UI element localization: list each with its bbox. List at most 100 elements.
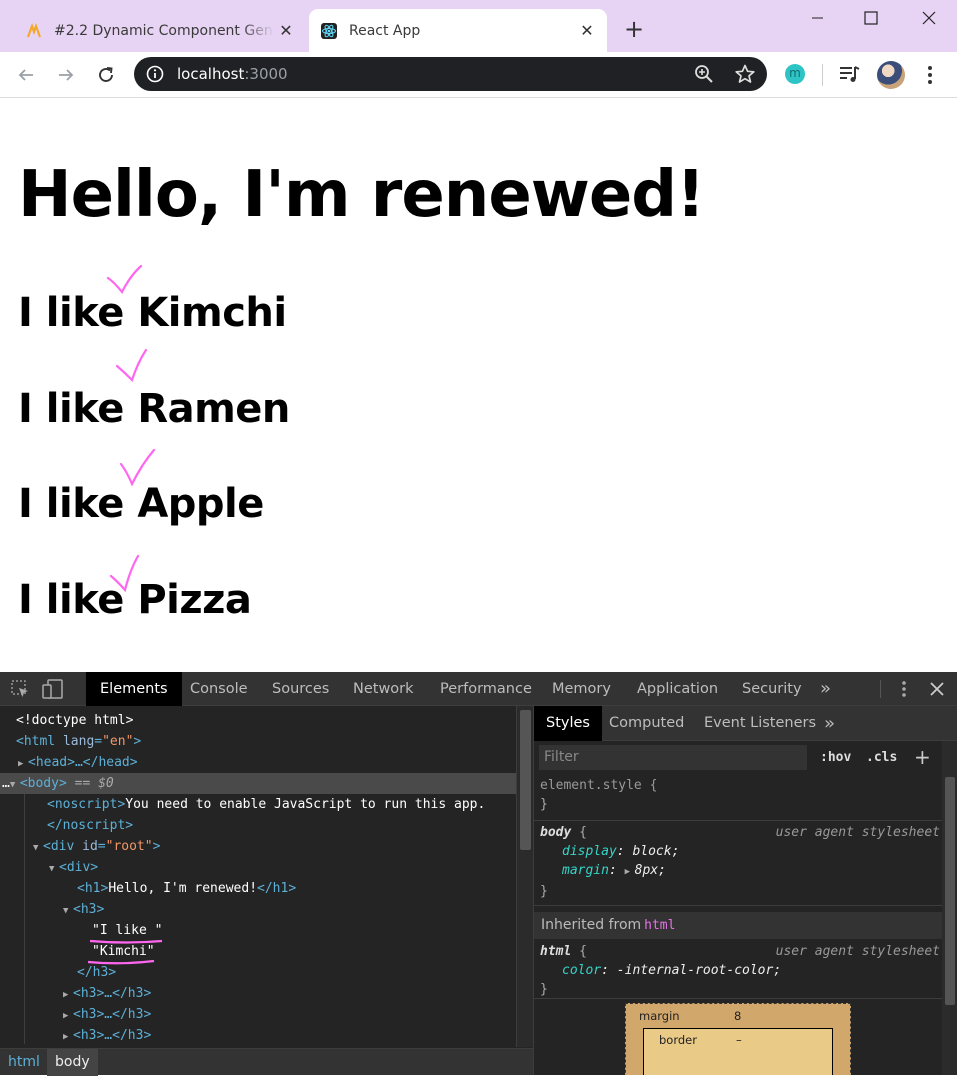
rule-source-link[interactable]: user agent stylesheet xyxy=(776,823,940,842)
body-style-rule[interactable]: body {user agent stylesheet display: blo… xyxy=(540,823,940,901)
scrollbar-thumb[interactable] xyxy=(520,710,531,850)
devtools-tab-memory[interactable]: Memory xyxy=(552,672,611,706)
css-value[interactable]: -internal-root-color; xyxy=(617,963,781,978)
devtools-tab-sources[interactable]: Sources xyxy=(272,672,329,706)
breadcrumb-html[interactable]: html xyxy=(0,1049,48,1076)
devtools-panel: Elements Console Sources Network Perform… xyxy=(0,672,957,1076)
expand-arrow-icon[interactable]: ▶ xyxy=(625,863,635,882)
close-tab-icon[interactable]: ✕ xyxy=(575,21,599,40)
dom-node-h3-collapsed[interactable]: ▶ <h3>…</h3> xyxy=(63,1025,151,1046)
more-vert-icon[interactable] xyxy=(920,64,940,86)
bookmark-star-icon[interactable] xyxy=(734,63,756,85)
dom-node-h1[interactable]: <h1>Hello, I'm renewed!</h1> xyxy=(77,878,296,899)
devtools-tab-application[interactable]: Application xyxy=(637,672,718,706)
tag-text: </h1> xyxy=(257,881,297,896)
attr-name: lang xyxy=(62,734,95,749)
more-tabs-chevron-icon[interactable]: » xyxy=(820,672,831,706)
tag-text: <h3>…</h3> xyxy=(73,1028,152,1043)
inspect-element-icon[interactable] xyxy=(10,679,30,699)
box-model-border-value[interactable]: – xyxy=(736,1033,742,1047)
devtools-menu-icon[interactable] xyxy=(895,679,913,699)
dom-node-div-root[interactable]: ▼ <div id="root"> xyxy=(33,836,160,857)
collapse-arrow-icon[interactable]: ▼ xyxy=(49,859,59,880)
html-style-rule[interactable]: html {user agent stylesheet color: -inte… xyxy=(540,942,940,999)
new-tab-button[interactable]: + xyxy=(622,17,646,41)
cls-toggle[interactable]: .cls xyxy=(866,745,897,770)
breadcrumb-body[interactable]: body xyxy=(47,1049,98,1076)
devtools-tab-console[interactable]: Console xyxy=(190,672,248,706)
rule-close-brace: } xyxy=(540,982,548,997)
reload-button[interactable] xyxy=(93,62,119,88)
dom-node-noscript-close[interactable]: </noscript> xyxy=(47,815,133,836)
more-tabs-chevron-icon[interactable]: » xyxy=(824,706,835,741)
tab-computed[interactable]: Computed xyxy=(609,706,684,741)
box-model-border: border – xyxy=(643,1028,833,1075)
devtools-tab-network[interactable]: Network xyxy=(353,672,414,706)
expand-arrow-icon[interactable]: ▶ xyxy=(63,985,73,1006)
dom-node-h3-close[interactable]: </h3> xyxy=(77,962,116,983)
styles-tab-bar: Styles Computed Event Listeners » xyxy=(534,706,957,741)
collapse-arrow-icon[interactable]: ▼ xyxy=(33,838,43,859)
address-bar[interactable]: localhost:3000 xyxy=(134,57,767,91)
css-value[interactable]: 8px; xyxy=(635,863,666,878)
devtools-tab-performance[interactable]: Performance xyxy=(440,672,532,706)
dom-node-noscript[interactable]: <noscript>You need to enable JavaScript … xyxy=(47,794,485,815)
zoom-icon[interactable] xyxy=(694,64,714,84)
tree-guide-line xyxy=(24,794,25,1044)
inherited-tag[interactable]: html xyxy=(644,918,675,933)
media-playlist-icon[interactable] xyxy=(838,64,860,86)
tab-styles[interactable]: Styles xyxy=(534,706,602,741)
dom-node-h3-collapsed[interactable]: ▶ <h3>…</h3> xyxy=(63,983,151,1004)
close-devtools-icon[interactable] xyxy=(929,681,945,697)
css-property[interactable]: color xyxy=(562,963,601,978)
dom-node-h3[interactable]: ▼ <h3> xyxy=(63,899,104,920)
tag-text: </noscript> xyxy=(47,818,134,833)
box-model-margin-value[interactable]: 8 xyxy=(734,1009,741,1023)
back-button[interactable] xyxy=(13,62,39,88)
css-property[interactable]: display xyxy=(562,844,617,859)
dom-node-doctype[interactable]: <!doctype html> xyxy=(16,710,133,731)
close-window-button[interactable] xyxy=(906,4,952,32)
arrow-right-icon xyxy=(59,69,74,81)
expand-arrow-icon[interactable]: ▶ xyxy=(63,1027,73,1047)
hov-toggle[interactable]: :hov xyxy=(820,745,851,770)
close-tab-icon[interactable]: ✕ xyxy=(274,21,298,40)
collapse-arrow-icon[interactable]: ▼ xyxy=(10,775,20,796)
css-property[interactable]: margin xyxy=(562,863,609,878)
browser-tab-react-app[interactable]: React App ✕ xyxy=(309,9,607,52)
element-style-rule[interactable]: element.style { } xyxy=(540,776,657,814)
dom-node-div[interactable]: ▼ <div> xyxy=(49,857,98,878)
extension-icon[interactable]: m xyxy=(785,64,805,84)
elements-tree[interactable]: <!doctype html> <html lang="en"> ▶ <head>… xyxy=(0,706,516,1047)
ellipsis-icon[interactable]: … xyxy=(2,776,10,791)
devtools-tab-security[interactable]: Security xyxy=(742,672,802,706)
info-icon[interactable] xyxy=(146,65,164,83)
dom-node-h3-collapsed[interactable]: ▶ <h3>…</h3> xyxy=(63,1004,151,1025)
dom-node-body[interactable]: …▼ <body> == $0 xyxy=(2,773,114,794)
css-value[interactable]: block; xyxy=(632,844,679,859)
tab-event-listeners[interactable]: Event Listeners xyxy=(704,706,816,741)
rule-source-link[interactable]: user agent stylesheet xyxy=(776,942,940,961)
profile-avatar[interactable] xyxy=(877,61,905,89)
new-style-rule-icon[interactable]: + xyxy=(914,745,931,769)
maximize-window-button[interactable] xyxy=(848,4,894,32)
browser-tab-nomad[interactable]: #2.2 Dynamic Component Gene ✕ xyxy=(14,9,306,52)
device-toolbar-icon[interactable] xyxy=(42,679,64,699)
minimize-window-button[interactable] xyxy=(795,4,841,32)
collapse-arrow-icon[interactable]: ▼ xyxy=(63,901,73,922)
expand-arrow-icon[interactable]: ▶ xyxy=(18,754,28,775)
forward-button[interactable] xyxy=(53,62,79,88)
expand-arrow-icon[interactable]: ▶ xyxy=(63,1006,73,1027)
styles-scrollbar[interactable] xyxy=(942,741,957,1075)
dom-node-html[interactable]: <html lang="en"> xyxy=(16,731,141,752)
url-host: localhost xyxy=(177,65,245,83)
elements-scrollbar[interactable] xyxy=(516,706,533,1047)
scrollbar-thumb[interactable] xyxy=(945,777,955,1005)
styles-filter-input[interactable]: Filter xyxy=(539,745,807,770)
text-node: "I like " xyxy=(92,923,163,938)
devtools-tab-elements[interactable]: Elements xyxy=(86,672,182,706)
inherited-from-header: Inherited from html xyxy=(534,912,942,939)
devtools-tab-bar: Elements Console Sources Network Perform… xyxy=(0,672,957,706)
rule-selector: html xyxy=(540,944,572,959)
dom-node-head[interactable]: ▶ <head>…</head> xyxy=(18,752,138,773)
